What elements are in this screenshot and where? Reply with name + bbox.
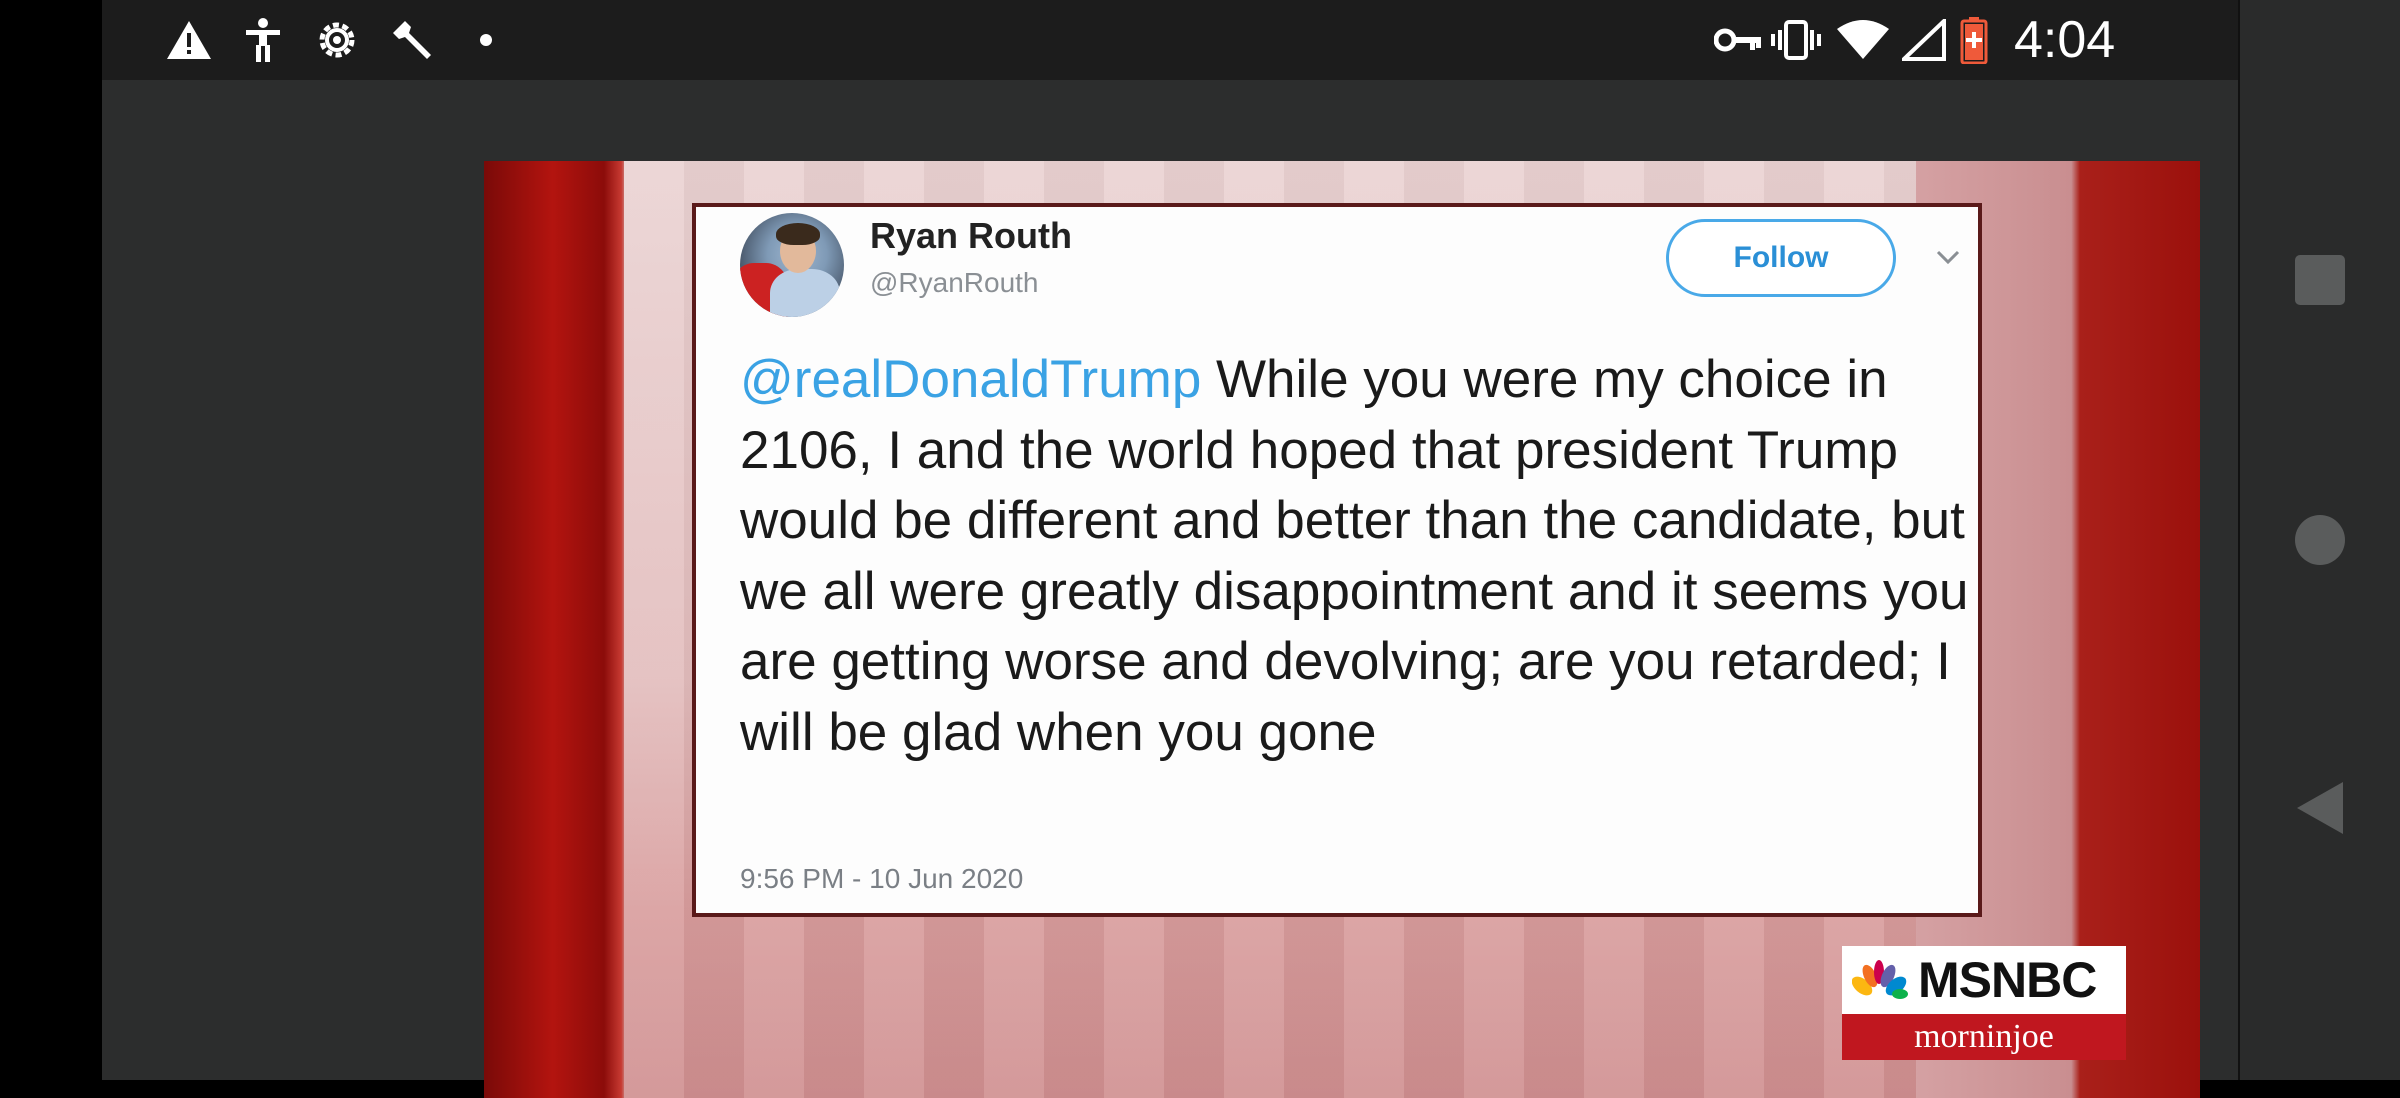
tweet-card: Ryan Routh @RyanRouth Follow @realDonald… — [692, 203, 1982, 917]
tweet-body: @realDonaldTrump While you were my choic… — [740, 345, 1970, 768]
back-triangle-icon[interactable] — [2240, 768, 2400, 848]
dot-icon — [466, 0, 506, 80]
show-name: morninjoe — [1842, 1014, 2126, 1060]
cell-signal-icon — [1900, 0, 1948, 80]
clock: 4:04 — [2014, 11, 2116, 69]
chevron-down-icon — [1936, 245, 1960, 269]
warning-icon — [164, 0, 214, 80]
settings-icon — [312, 0, 362, 80]
wrench-icon — [386, 0, 442, 80]
avatar — [740, 213, 844, 317]
tweet-handle: @RyanRouth — [870, 267, 1039, 298]
follow-button: Follow — [1666, 219, 1896, 297]
vpn-key-icon — [1712, 0, 1764, 80]
wifi-icon — [1834, 0, 1892, 80]
video-player-area[interactable]: Ryan Routh @RyanRouth Follow @realDonald… — [102, 80, 2238, 1098]
battery-icon — [1954, 0, 1994, 80]
tweet-timestamp: 9:56 PM - 10 Jun 2020 — [740, 863, 1024, 894]
tweet-body-text: While you were my choice in 2106, I and … — [740, 350, 1969, 762]
peacock-icon — [1852, 960, 1908, 999]
msnbc-logo: MSNBC — [1842, 946, 2126, 1014]
status-bar: 4:04 — [102, 0, 2238, 80]
vibrate-icon — [1768, 0, 1824, 80]
tweet-mention: @realDonaldTrump — [740, 350, 1202, 409]
accessibility-icon — [238, 0, 288, 80]
home-circle-icon[interactable] — [2240, 500, 2400, 580]
tweet-display-name: Ryan Routh — [870, 215, 1072, 256]
left-black-bar — [0, 0, 102, 1080]
recents-square-icon[interactable] — [2240, 240, 2400, 320]
video-frame[interactable]: Ryan Routh @RyanRouth Follow @realDonald… — [484, 161, 2200, 1098]
network-logo: MSNBC morninjoe — [1842, 946, 2126, 1060]
navigation-bar — [2238, 0, 2400, 1080]
network-name: MSNBC — [1918, 952, 2097, 1008]
